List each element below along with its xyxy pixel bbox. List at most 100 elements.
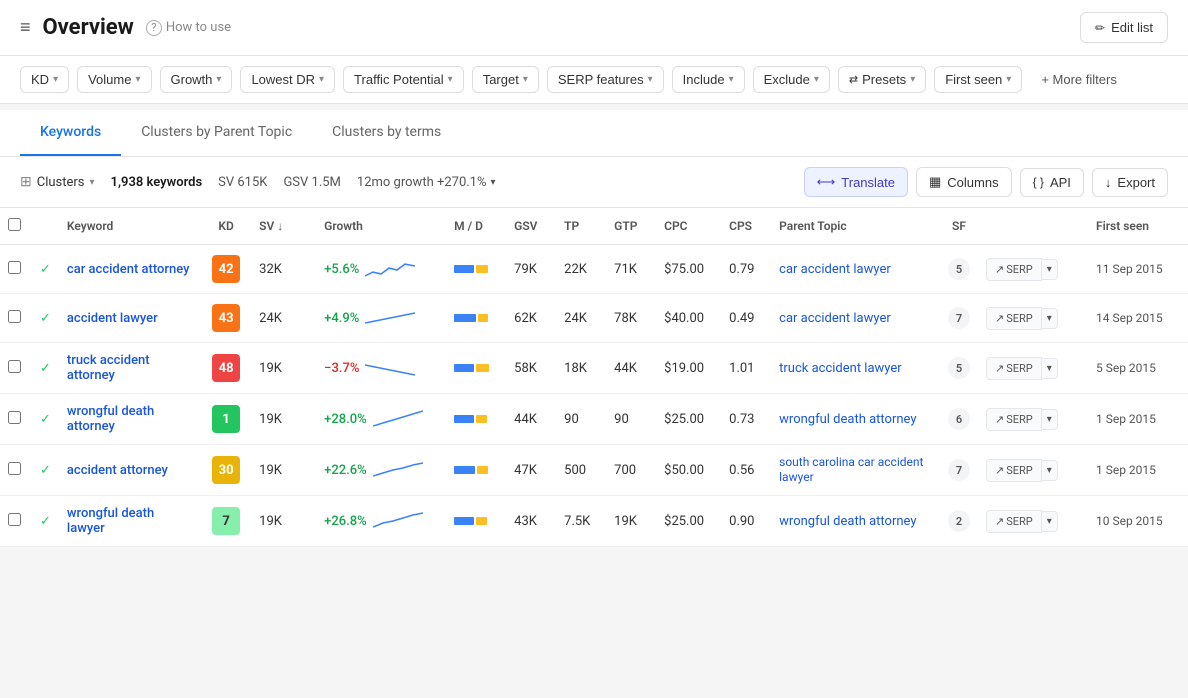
serp-chevron[interactable]: ▾ [1042, 460, 1058, 481]
export-icon: ↓ [1105, 175, 1112, 190]
row-checkbox[interactable] [8, 261, 21, 274]
serp-chevron[interactable]: ▾ [1042, 308, 1058, 329]
check-icon: ✓ [40, 361, 51, 376]
menu-icon[interactable]: ≡ [20, 19, 31, 37]
filter-presets[interactable]: ⇄ Presets ▾ [838, 66, 926, 93]
check-icon: ✓ [40, 262, 51, 277]
row-checkbox[interactable] [8, 411, 21, 424]
row-checkbox[interactable] [8, 462, 21, 475]
serp-action-btn[interactable]: ↗ SERP [986, 258, 1042, 281]
growth-value: +4.9% [324, 311, 359, 326]
keyword-link[interactable]: wrongful death attorney [67, 404, 154, 434]
keywords-count: 1,938 keywords [111, 175, 203, 190]
filter-kd[interactable]: KD ▾ [20, 66, 69, 93]
serp-chevron[interactable]: ▾ [1042, 511, 1058, 532]
question-icon: ? [146, 20, 162, 36]
parent-topic-link[interactable]: car accident lawyer [779, 311, 891, 326]
filter-traffic-potential[interactable]: Traffic Potential ▾ [343, 66, 464, 93]
keyword-link[interactable]: truck accident attorney [67, 353, 150, 383]
kd-badge: 42 [212, 255, 240, 283]
trend-up-icon: ↗ [995, 515, 1004, 528]
th-sf[interactable]: SF [940, 208, 978, 245]
first-seen-date: 14 Sep 2015 [1096, 311, 1163, 325]
trend-up-icon: ↗ [995, 413, 1004, 426]
sf-badge: 5 [948, 357, 970, 379]
tab-keywords[interactable]: Keywords [20, 110, 121, 156]
chevron-down-icon: ▾ [523, 74, 528, 85]
th-cpc[interactable]: CPC [656, 208, 721, 245]
filter-growth[interactable]: Growth ▾ [160, 66, 233, 93]
serp-chevron[interactable]: ▾ [1042, 409, 1058, 430]
check-icon: ✓ [40, 412, 51, 427]
th-md[interactable]: M / D [446, 208, 506, 245]
th-tp[interactable]: TP [556, 208, 606, 245]
clusters-icon: ⊞ [20, 174, 32, 190]
th-kd[interactable]: KD [201, 208, 251, 245]
table-row: ✓ wrongful death lawyer 7 19K +26.8% [0, 496, 1188, 547]
parent-topic-link[interactable]: car accident lawyer [779, 262, 891, 277]
th-parent-topic[interactable]: Parent Topic [771, 208, 940, 245]
chevron-down-icon: ▾ [53, 74, 58, 85]
chevron-down-icon: ▾ [729, 74, 734, 85]
parent-topic-link[interactable]: wrongful death attorney [779, 514, 916, 529]
serp-chevron[interactable]: ▾ [1042, 358, 1058, 379]
th-gsv[interactable]: GSV [506, 208, 556, 245]
edit-list-button[interactable]: ✏ Edit list [1080, 12, 1168, 43]
th-first-seen[interactable]: First seen [1088, 208, 1188, 245]
th-cps[interactable]: CPS [721, 208, 771, 245]
th-gtp[interactable]: GTP [606, 208, 656, 245]
keyword-link[interactable]: wrongful death lawyer [67, 506, 154, 536]
growth-value: +5.6% [324, 262, 359, 277]
keyword-link[interactable]: accident lawyer [67, 311, 158, 326]
tab-clusters-terms[interactable]: Clusters by terms [312, 110, 461, 156]
filters-bar: KD ▾ Volume ▾ Growth ▾ Lowest DR ▾ Traff… [0, 56, 1188, 104]
keyword-link[interactable]: car accident attorney [67, 262, 190, 277]
chevron-down-icon: ▾ [135, 74, 140, 85]
filter-exclude[interactable]: Exclude ▾ [753, 66, 830, 93]
keyword-link[interactable]: accident attorney [67, 463, 168, 478]
serp-action-btn[interactable]: ↗ SERP [986, 357, 1042, 380]
tab-clusters-parent[interactable]: Clusters by Parent Topic [121, 110, 312, 156]
sf-badge: 7 [948, 459, 970, 481]
export-button[interactable]: ↓ Export [1092, 168, 1168, 197]
presets-icon: ⇄ [849, 73, 858, 86]
chevron-down-icon: ▾ [319, 74, 324, 85]
th-growth[interactable]: Growth [316, 208, 446, 245]
filter-lowest-dr[interactable]: Lowest DR ▾ [240, 66, 335, 93]
chevron-down-icon: ▾ [648, 74, 653, 85]
clusters-dropdown[interactable]: ⊞ Clusters ▾ [20, 174, 95, 190]
filter-first-seen[interactable]: First seen ▾ [934, 66, 1022, 93]
filter-volume[interactable]: Volume ▾ [77, 66, 151, 93]
filter-target[interactable]: Target ▾ [472, 66, 539, 93]
serp-action-btn[interactable]: ↗ SERP [986, 408, 1042, 431]
check-icon: ✓ [40, 463, 51, 478]
how-to-use-help[interactable]: ? How to use [146, 20, 231, 36]
kd-badge: 1 [212, 405, 240, 433]
translate-button[interactable]: ⟷ Translate [804, 167, 908, 197]
row-checkbox[interactable] [8, 360, 21, 373]
serp-action-btn[interactable]: ↗ SERP [986, 307, 1042, 330]
table-row: ✓ accident attorney 30 19K +22.6% 47K [0, 445, 1188, 496]
filter-serp-features[interactable]: SERP features ▾ [547, 66, 664, 93]
api-button[interactable]: { } API [1020, 168, 1084, 197]
parent-topic-link[interactable]: wrongful death attorney [779, 412, 916, 427]
filter-include[interactable]: Include ▾ [672, 66, 745, 93]
row-checkbox[interactable] [8, 513, 21, 526]
kd-badge: 48 [212, 354, 240, 382]
more-filters-button[interactable]: + More filters [1030, 66, 1128, 93]
th-sv[interactable]: SV ↓ [251, 208, 316, 245]
kd-badge: 43 [212, 304, 240, 332]
growth-display[interactable]: 12mo growth +270.1% ▾ [357, 175, 496, 190]
chevron-down-icon: ▾ [90, 177, 95, 188]
parent-topic-link[interactable]: south carolina car accident lawyer [779, 455, 923, 484]
pencil-icon: ✏ [1095, 21, 1105, 35]
columns-button[interactable]: ▦ Columns [916, 167, 1012, 197]
columns-icon: ▦ [929, 174, 941, 190]
select-all-checkbox[interactable] [8, 218, 21, 231]
serp-action-btn[interactable]: ↗ SERP [986, 459, 1042, 482]
row-checkbox[interactable] [8, 310, 21, 323]
th-keyword[interactable]: Keyword [59, 208, 201, 245]
parent-topic-link[interactable]: truck accident lawyer [779, 361, 902, 376]
serp-chevron[interactable]: ▾ [1042, 259, 1058, 280]
serp-action-btn[interactable]: ↗ SERP [986, 510, 1042, 533]
